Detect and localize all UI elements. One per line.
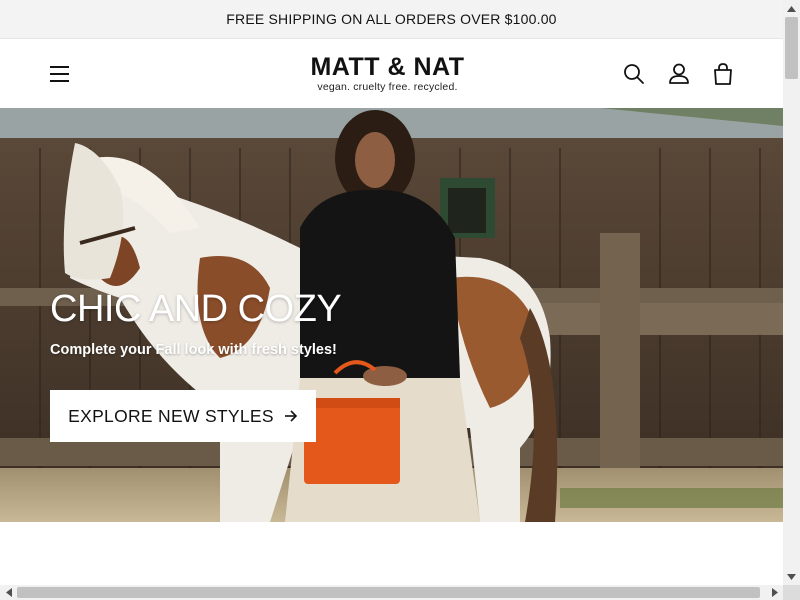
menu-button[interactable]	[46, 60, 74, 88]
vertical-scrollbar[interactable]	[783, 0, 800, 585]
hero-title: CHIC AND COZY	[50, 288, 342, 330]
explore-new-styles-button[interactable]: EXPLORE NEW STYLES	[50, 390, 316, 442]
account-button[interactable]	[666, 61, 692, 87]
scroll-down-arrow-icon[interactable]	[783, 568, 800, 585]
announcement-text: FREE SHIPPING ON ALL ORDERS OVER $100.00	[226, 11, 557, 27]
hero-subtitle: Complete your Fall look with fresh style…	[50, 342, 337, 358]
menu-icon	[50, 66, 69, 68]
cart-icon	[714, 63, 732, 85]
announcement-bar: FREE SHIPPING ON ALL ORDERS OVER $100.00	[0, 0, 783, 39]
horizontal-scroll-thumb[interactable]	[17, 587, 760, 598]
cart-button[interactable]	[710, 61, 736, 87]
menu-icon-bar	[50, 73, 69, 75]
scroll-up-arrow-icon[interactable]	[783, 0, 800, 17]
scrollbar-corner	[783, 585, 800, 600]
site-header: MATT & NAT vegan. cruelty free. recycled…	[0, 39, 783, 108]
horizontal-scrollbar[interactable]	[0, 585, 783, 600]
scroll-right-arrow-icon[interactable]	[766, 585, 783, 600]
scroll-left-arrow-icon[interactable]	[0, 585, 17, 600]
logo[interactable]: MATT & NAT vegan. cruelty free. recycled…	[300, 53, 475, 93]
vertical-scroll-thumb[interactable]	[785, 17, 798, 79]
search-icon	[624, 64, 644, 84]
menu-icon-bar	[50, 80, 69, 82]
account-icon	[669, 63, 689, 84]
hero-button-label: EXPLORE NEW STYLES	[68, 405, 274, 426]
hero-banner[interactable]: CHIC AND COZY Complete your Fall look wi…	[0, 108, 783, 522]
arrow-right-icon	[284, 410, 298, 422]
search-button[interactable]	[621, 61, 647, 87]
hero-content: CHIC AND COZY Complete your Fall look wi…	[50, 288, 342, 442]
logo-tagline: vegan. cruelty free. recycled.	[317, 81, 458, 93]
logo-title: MATT & NAT	[310, 53, 465, 81]
